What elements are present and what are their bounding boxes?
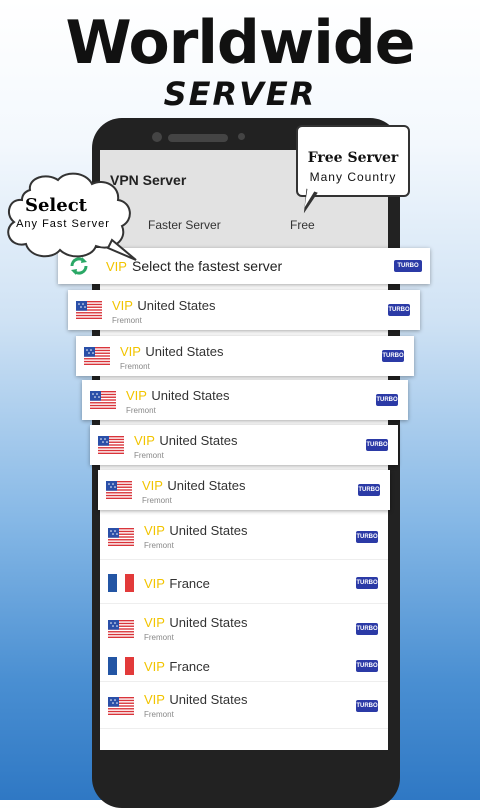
us-flag-icon xyxy=(98,436,124,454)
server-row[interactable]: VIP France TURBO xyxy=(100,651,388,682)
server-row[interactable]: VIP United States Fremont TURBO xyxy=(76,336,414,376)
turbo-badge: TURBO xyxy=(356,700,378,712)
turbo-badge: TURBO xyxy=(382,350,404,362)
country-label: United States xyxy=(151,388,230,403)
select-cloud-bubble: Select Any Fast Server xyxy=(0,160,142,266)
turbo-badge: TURBO xyxy=(394,260,422,272)
country-label: United States xyxy=(169,523,248,538)
country-label: United States xyxy=(137,298,216,313)
server-name: VIP United States xyxy=(142,477,245,495)
turbo-badge: TURBO xyxy=(356,623,378,635)
turbo-badge: TURBO xyxy=(358,484,380,496)
server-name: VIP United States xyxy=(134,432,237,450)
turbo-badge: TURBO xyxy=(356,577,378,589)
city-label: Fremont xyxy=(142,496,172,505)
server-name: VIP United States xyxy=(112,297,215,315)
france-flag-icon xyxy=(108,574,134,592)
select-title: Select xyxy=(24,195,87,216)
server-row[interactable]: VIP France TURBO xyxy=(100,563,388,604)
country-label: France xyxy=(169,659,210,674)
us-flag-icon xyxy=(106,481,132,499)
us-flag-icon xyxy=(90,391,116,409)
country-label: United States xyxy=(167,478,246,493)
city-label: Fremont xyxy=(134,451,164,460)
us-flag-icon xyxy=(108,528,134,546)
banner-subtitle: SERVER xyxy=(163,75,317,113)
tab-faster-server[interactable]: Faster Server xyxy=(148,218,221,232)
vip-label: VIP xyxy=(142,478,163,493)
vip-label: VIP xyxy=(120,344,141,359)
server-row[interactable]: VIP United States Fremont TURBO xyxy=(90,425,398,465)
fastest-server-label: Select the fastest server xyxy=(132,258,283,274)
vip-label: VIP xyxy=(144,576,165,591)
city-label: Fremont xyxy=(120,362,150,371)
server-row[interactable]: VIP United States Fremont TURBO xyxy=(98,470,390,510)
server-name: VIP United States xyxy=(144,691,247,709)
server-name: VIP United States xyxy=(120,343,223,361)
server-name: VIP United States xyxy=(144,614,247,632)
server-name: VIP France xyxy=(144,658,210,676)
vip-label: VIP xyxy=(144,692,165,707)
country-label: United States xyxy=(159,433,238,448)
city-label: Fremont xyxy=(144,541,174,550)
turbo-badge: TURBO xyxy=(376,394,398,406)
city-label: Fremont xyxy=(126,406,156,415)
turbo-badge: TURBO xyxy=(356,531,378,543)
server-name: VIP United States xyxy=(144,522,247,540)
free-server-bubble: Free Server Many Country xyxy=(296,125,410,197)
banner-title: Worldwide xyxy=(65,8,415,78)
server-row[interactable]: VIP United States Fremont TURBO xyxy=(100,515,388,560)
vip-label: VIP xyxy=(144,523,165,538)
turbo-badge: TURBO xyxy=(356,660,378,672)
vip-label: VIP xyxy=(126,388,147,403)
france-flag-icon xyxy=(108,657,134,675)
us-flag-icon xyxy=(84,347,110,365)
free-server-title: Free Server xyxy=(307,150,399,166)
tab-free[interactable]: Free xyxy=(290,218,315,232)
city-label: Fremont xyxy=(144,633,174,642)
server-row[interactable]: VIP United States Fremont TURBO xyxy=(68,290,420,330)
us-flag-icon xyxy=(108,620,134,638)
turbo-badge: TURBO xyxy=(388,304,410,316)
server-row[interactable]: VIP United States Fremont TURBO xyxy=(100,684,388,729)
vip-label: VIP xyxy=(144,615,165,630)
country-label: United States xyxy=(169,615,248,630)
country-label: United States xyxy=(169,692,248,707)
vip-label: VIP xyxy=(134,433,155,448)
country-label: France xyxy=(169,576,210,591)
server-row[interactable]: VIP United States Fremont TURBO xyxy=(100,607,388,652)
free-server-subtitle: Many Country xyxy=(309,170,397,184)
vip-label: VIP xyxy=(112,298,133,313)
country-label: United States xyxy=(145,344,224,359)
phone-speaker xyxy=(168,134,228,142)
vip-label: VIP xyxy=(144,659,165,674)
phone-camera xyxy=(152,132,162,142)
server-name: VIP France xyxy=(144,575,210,593)
us-flag-icon xyxy=(76,301,102,319)
city-label: Fremont xyxy=(144,710,174,719)
us-flag-icon xyxy=(108,697,134,715)
turbo-badge: TURBO xyxy=(366,439,388,451)
server-name: VIP United States xyxy=(126,387,229,405)
select-subtitle: Any Fast Server xyxy=(16,218,110,230)
phone-sensor xyxy=(238,133,245,140)
city-label: Fremont xyxy=(112,316,142,325)
server-row[interactable]: VIP United States Fremont TURBO xyxy=(82,380,408,420)
